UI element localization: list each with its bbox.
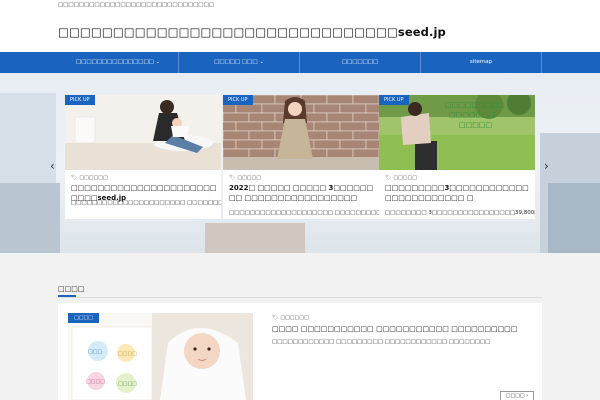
tag-icon: 🏷	[229, 175, 236, 181]
slider-prev-arrow[interactable]: ‹	[50, 160, 55, 172]
card-category-label: □□□□□	[237, 175, 261, 181]
card-category: 🏷 □□□□□□	[71, 175, 108, 181]
pickup-badge: PICK UP	[65, 95, 95, 105]
card-thumbnail[interactable]: PICK UP	[65, 95, 221, 170]
top-bar: □□□□□□□□□□□□□□□□□□□□□□□□□□□□□□	[0, 0, 600, 14]
post-title[interactable]: □□□□ □□□□□□□□□□□ □□□□□□□□□□□ □□□□□□□□□□	[272, 325, 517, 333]
tag-icon: 🏷	[385, 175, 392, 181]
global-nav: □□□□□□□□□□□□□□□ ⌄ □□□□□ □□□ ⌄ □□□□□□□ site…	[0, 52, 600, 73]
site-header: □□□□□□□□□□□□□□□□□□□□□□□□□□□□□□□seed.jp	[0, 14, 600, 52]
svg-text:□□□□□□□□□: □□□□□□□□□	[445, 101, 505, 109]
card-category-label: □□□□□	[393, 175, 417, 181]
card-excerpt: □□□□□□□□ 3□□□□□□□□□□□□□□□□39,800□(□□□)□ …	[385, 210, 535, 216]
site-title[interactable]: □□□□□□□□□□□□□□□□□□□□□□□□□□□□□□□seed.jp	[58, 25, 446, 39]
pickup-badge: PICK UP	[379, 95, 409, 105]
slider-next-arrow[interactable]: ›	[544, 160, 549, 172]
svg-text:□□□□□□□: □□□□□□□	[449, 111, 495, 119]
card-thumbnail[interactable]: □□□□□□□□□ □□□□□□□ □□□□□ PICK UP	[379, 95, 535, 170]
nav-item-label: □□□□□□□□□□□□□□□	[75, 59, 154, 65]
pickup-badge: PICK UP	[223, 95, 253, 105]
section-spacer	[0, 253, 600, 275]
card-category: 🏷 □□□□□	[385, 175, 417, 181]
nav-item-label: □□□□□ □□□	[214, 59, 258, 65]
nav-item-1[interactable]: □□□□□□□□□□□□□□□ ⌄	[58, 52, 178, 73]
tag-icon: 🏷	[272, 315, 279, 321]
pickup-card[interactable]: □□□□□□□□□ □□□□□□□ □□□□□ PICK UP 🏷 □□□□□ □…	[379, 95, 535, 219]
card-excerpt: □□□□□□□□□□□□□□□□□□□□ □□□□□□□□□□□□□□	[229, 210, 379, 216]
background-city-image	[0, 183, 60, 253]
svg-text:□□□□□: □□□□□	[459, 121, 492, 129]
pickup-card[interactable]: PICK UP 🏷 □□□□□ 2022□ □□□□□ □□□□□ 3□□□□□□…	[223, 95, 379, 219]
background-city-image	[205, 223, 305, 253]
chevron-down-icon: ⌄	[155, 59, 161, 65]
divider	[58, 297, 542, 298]
card-title[interactable]: 2022□ □□□□□ □□□□□ 3□□□□□□□□ □□□□□□□□□□□□…	[229, 183, 377, 203]
pickup-slider: ‹ › PICK UP 🏷 □□□□□□ □□□□□□□□□□□□□□□□□□□□…	[0, 73, 600, 253]
nav-item-label: sitemap	[469, 59, 493, 65]
card-category-label: □□□□□□	[79, 175, 108, 181]
background-city-image	[0, 93, 56, 183]
post-excerpt: □□□□□□□□□□□□ □□□□□□□□□ □□□□□□□□□□□□ □□□□…	[272, 339, 491, 345]
chevron-down-icon: ⌄	[259, 59, 264, 65]
post-badge: □□□□	[68, 313, 99, 323]
card-category: 🏷 □□□□□	[229, 175, 261, 181]
girl-brick-wall-photo	[223, 95, 379, 170]
post-card[interactable]: □□□□ □□□ □□□□ □□□□ □□□□ 🏷 □□□□□□ □□□□ □□□…	[58, 303, 542, 400]
nav-item-2[interactable]: □□□□□ □□□ ⌄	[178, 52, 299, 73]
nav-item-3[interactable]: □□□□□□□	[299, 52, 420, 73]
tag-icon: 🏷	[71, 175, 78, 181]
svg-text:□□□: □□□	[88, 349, 102, 355]
mother-baby-photo	[65, 95, 221, 170]
nav-item-sitemap[interactable]: sitemap	[420, 52, 542, 73]
svg-text:□□□□: □□□□	[118, 381, 137, 387]
nav-item-label: □□□□□□□	[341, 59, 379, 65]
read-more-button[interactable]: □□□□ ›	[500, 391, 534, 400]
svg-text:□□□□: □□□□	[86, 379, 105, 385]
post-category-label: □□□□□□	[280, 315, 309, 321]
svg-text:□□□□: □□□□	[118, 351, 137, 357]
post-thumbnail[interactable]: □□□□ □□□ □□□□ □□□□ □□□□	[68, 313, 253, 400]
card-thumbnail[interactable]: PICK UP	[223, 95, 379, 170]
baby-photo: □□□ □□□□ □□□□ □□□□	[68, 313, 253, 400]
card-title[interactable]: □□□□□□□□□3□□□□□□□□□□□□□□□□□□□□□□□□ □	[385, 183, 533, 203]
child-park-photo: □□□□□□□□□ □□□□□□□ □□□□□	[379, 95, 535, 170]
card-excerpt: □□□□□□□□□□□□□□□□□□□□□□ □□□□□□□□□□□□□□□□	[71, 200, 221, 206]
site-tagline: □□□□□□□□□□□□□□□□□□□□□□□□□□□□□□	[58, 2, 214, 8]
section-heading: □□□□	[58, 285, 85, 293]
post-category: 🏷 □□□□□□	[272, 315, 309, 321]
background-city-image	[548, 183, 600, 253]
